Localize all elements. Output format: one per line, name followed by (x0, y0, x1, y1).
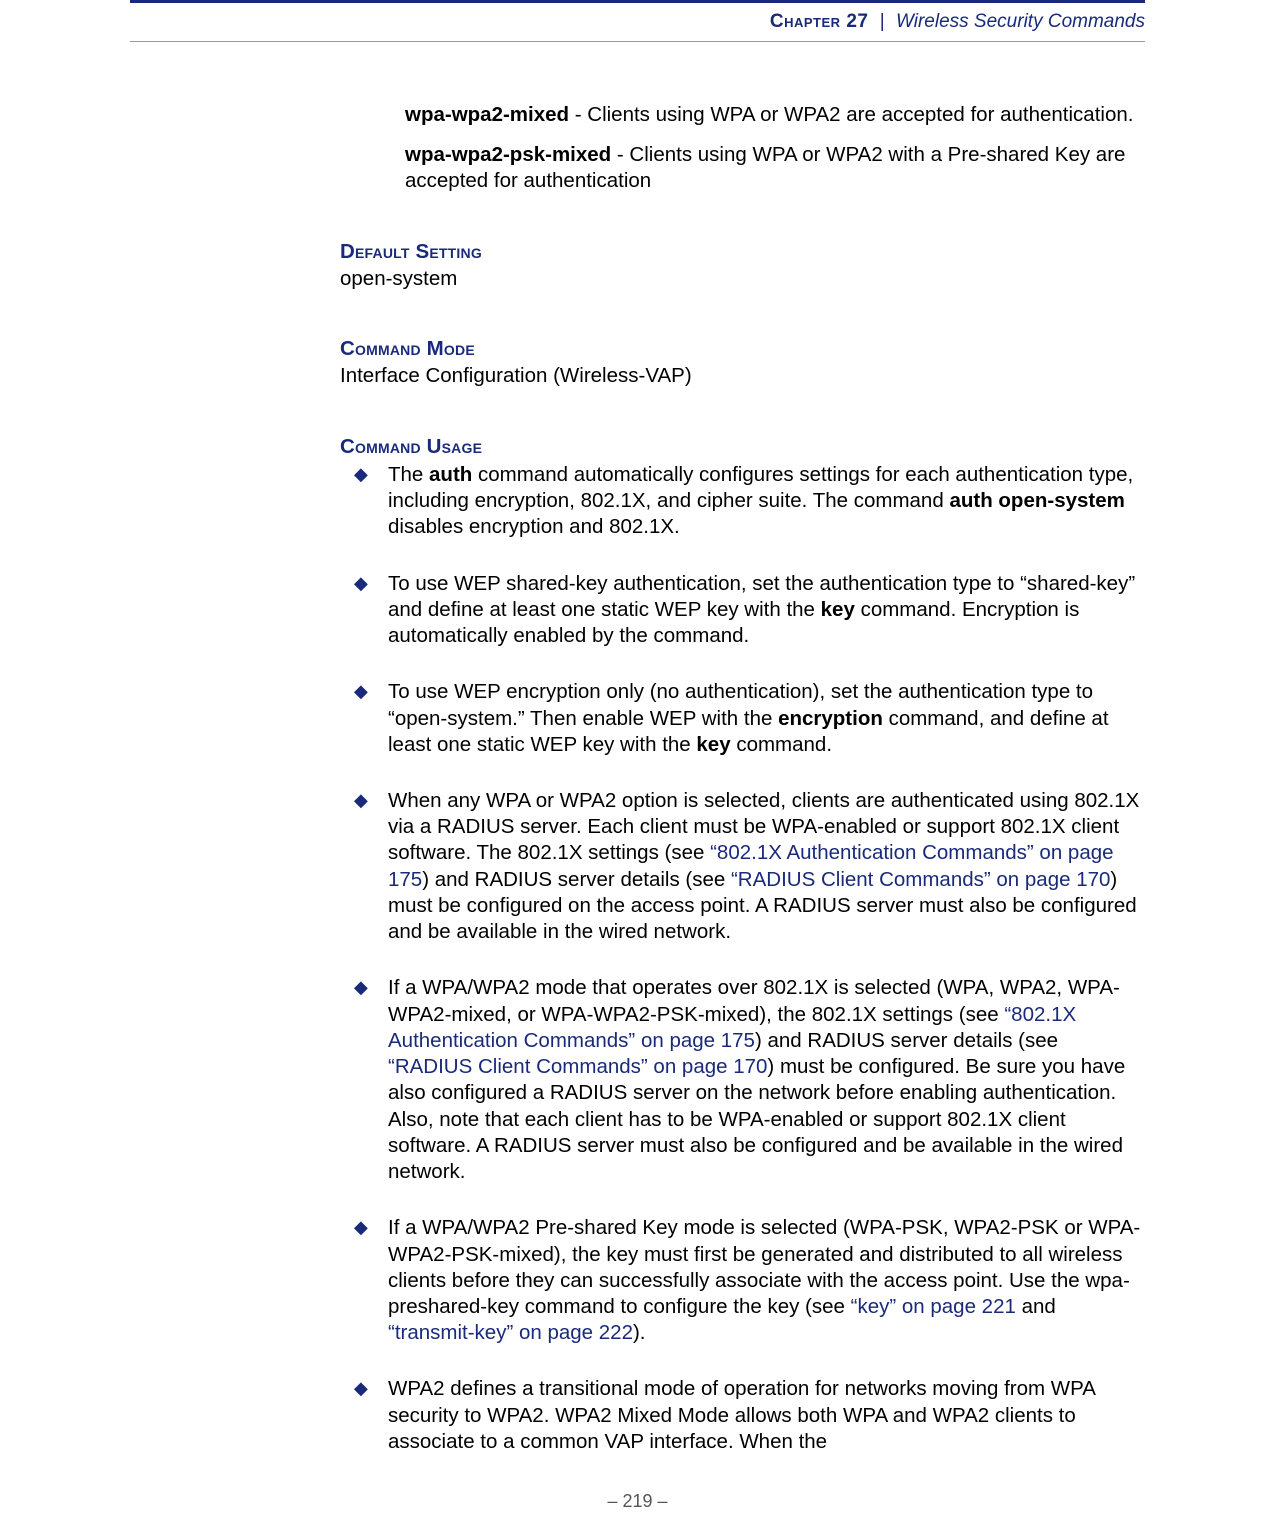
command-mode-heading: Command Mode (340, 336, 1145, 362)
option-label: wpa-wpa2-mixed (405, 103, 569, 126)
text: command. (731, 733, 832, 756)
page: Chapter 27 | Wireless Security Commands … (0, 0, 1275, 1532)
list-item: If a WPA/WPA2 Pre-shared Key mode is sel… (340, 1215, 1145, 1346)
bold-text: auth (429, 463, 472, 486)
text: WPA2 defines a transitional mode of oper… (388, 1377, 1095, 1452)
text: and (1016, 1295, 1056, 1318)
option-wpa-wpa2-psk-mixed: wpa-wpa2-psk-mixed - Clients using WPA o… (340, 142, 1145, 194)
bold-text: key (696, 733, 730, 756)
header-separator: | (880, 11, 885, 32)
chapter-label: Chapter 27 (770, 11, 869, 32)
chapter-number: 27 (846, 11, 868, 32)
list-item: When any WPA or WPA2 option is selected,… (340, 788, 1145, 945)
header-inner: Chapter 27 | Wireless Security Commands (130, 11, 1145, 33)
list-item: If a WPA/WPA2 mode that operates over 80… (340, 975, 1145, 1185)
bold-text: encryption (778, 707, 883, 730)
command-mode-body: Interface Configuration (Wireless-VAP) (340, 363, 1145, 389)
command-usage-heading: Command Usage (340, 434, 1145, 460)
text: ) and RADIUS server details (see (422, 868, 731, 891)
text: ) and RADIUS server details (see (755, 1029, 1058, 1052)
page-footer: – 219 – (0, 1491, 1275, 1512)
chapter-word: Chapter (770, 11, 841, 32)
page-header: Chapter 27 | Wireless Security Commands (130, 0, 1145, 42)
xref-link[interactable]: “RADIUS Client Commands” on page 170 (388, 1055, 767, 1078)
option-label: wpa-wpa2-psk-mixed (405, 143, 611, 166)
xref-link[interactable]: “key” on page 221 (851, 1295, 1016, 1318)
list-item: WPA2 defines a transitional mode of oper… (340, 1376, 1145, 1455)
text: ). (633, 1321, 646, 1344)
bold-text: auth open-system (949, 489, 1124, 512)
option-wpa-wpa2-mixed: wpa-wpa2-mixed - Clients using WPA or WP… (340, 102, 1145, 128)
footer-dash-right: – (653, 1491, 668, 1511)
list-item: The auth command automatically configure… (340, 462, 1145, 541)
option-dash: - (569, 103, 587, 126)
default-setting-body: open-system (340, 266, 1145, 292)
xref-link[interactable]: “RADIUS Client Commands” on page 170 (731, 868, 1110, 891)
page-number: 219 (622, 1491, 652, 1511)
default-setting-heading: Default Setting (340, 239, 1145, 265)
option-text: Clients using WPA or WPA2 are accepted f… (587, 103, 1133, 126)
option-dash: - (611, 143, 629, 166)
list-item: To use WEP encryption only (no authentic… (340, 679, 1145, 758)
content: wpa-wpa2-mixed - Clients using WPA or WP… (130, 102, 1145, 1455)
bold-text: key (821, 598, 855, 621)
header-title: Wireless Security Commands (896, 11, 1145, 32)
footer-dash-left: – (607, 1491, 622, 1511)
xref-link[interactable]: “transmit-key” on page 222 (388, 1321, 633, 1344)
command-usage-list: The auth command automatically configure… (340, 462, 1145, 1455)
list-item: To use WEP shared-key authentication, se… (340, 571, 1145, 650)
text: disables encryption and 802.1X. (388, 515, 680, 538)
text: The (388, 463, 429, 486)
